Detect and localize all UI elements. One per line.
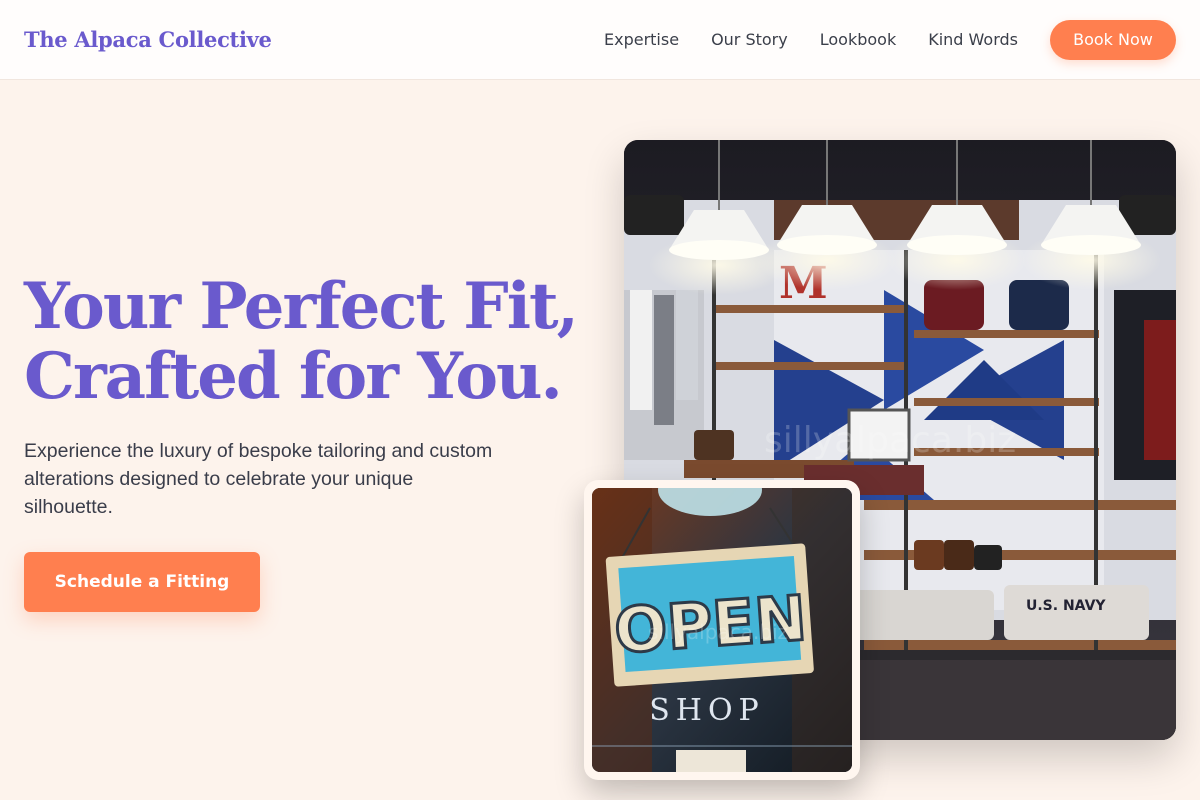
- book-now-button[interactable]: Book Now: [1050, 19, 1176, 60]
- nav-link-lookbook[interactable]: Lookbook: [820, 30, 896, 49]
- hero-subtext: Experience the luxury of bespoke tailori…: [24, 440, 493, 518]
- hero-headline-line-2: Crafted for You.: [24, 339, 563, 414]
- open-sign-text: OPEN: [612, 581, 809, 667]
- hero-headline-line-1: Your Perfect Fit,: [24, 269, 579, 344]
- nav-link-our-story[interactable]: Our Story: [711, 30, 788, 49]
- hero-headline: Your Perfect Fit, Crafted for You.: [24, 272, 584, 412]
- site-header: The Alpaca Collective Expertise Our Stor…: [0, 0, 1200, 80]
- open-sign-photo: OPEN SHOP: [592, 488, 852, 772]
- main-nav: Expertise Our Story Lookbook Kind Words …: [604, 19, 1176, 60]
- navy-tee-text: U.S. NAVY: [1026, 598, 1106, 614]
- nav-link-kind-words[interactable]: Kind Words: [928, 30, 1018, 49]
- open-sign-image-card: OPEN SHOP: [584, 480, 860, 780]
- schedule-fitting-button[interactable]: Schedule a Fitting: [24, 552, 260, 612]
- nav-link-expertise[interactable]: Expertise: [604, 30, 679, 49]
- brand-logo[interactable]: The Alpaca Collective: [24, 27, 272, 52]
- shop-text: SHOP: [649, 693, 765, 728]
